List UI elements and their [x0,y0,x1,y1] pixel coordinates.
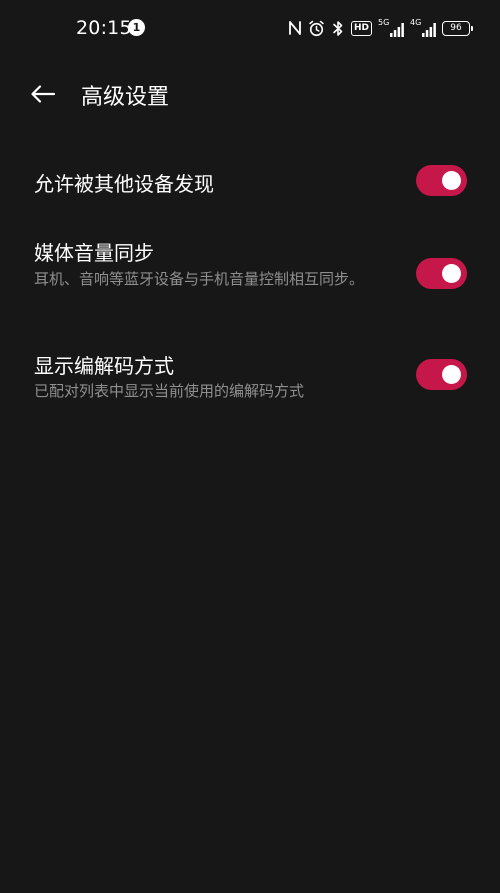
setting-row-media-volume-sync[interactable]: 媒体音量同步 耳机、音响等蓝牙设备与手机音量控制相互同步。 [0,222,500,326]
bluetooth-icon [331,20,345,37]
back-arrow-icon [31,85,56,103]
page-title: 高级设置 [81,85,170,110]
toggle-knob [442,264,461,283]
network-type-label: 4G [410,18,422,27]
setting-title: 媒体音量同步 [34,241,154,265]
alarm-icon [308,20,325,37]
signal-5g-icon: 5G [378,18,404,37]
back-button[interactable] [28,80,58,108]
show-codec-toggle[interactable] [416,359,467,390]
toggle-knob [442,171,461,190]
media-volume-sync-toggle[interactable] [416,258,467,289]
status-icons: HD 5G 4G 96 [288,18,473,38]
hd-voice-badge: HD [350,20,372,36]
battery-icon: 96 [442,20,473,36]
nfc-icon [288,20,302,36]
network-type-label: 5G [378,18,390,27]
discoverable-toggle[interactable] [416,165,467,196]
setting-description: 已配对列表中显示当前使用的编解码方式 [34,382,305,400]
signal-4g-icon: 4G [410,18,436,37]
app-bar: 高级设置 [0,70,500,118]
setting-description: 耳机、音响等蓝牙设备与手机音量控制相互同步。 [34,270,365,288]
setting-title: 显示编解码方式 [34,354,174,378]
status-time: 20:15 [76,17,132,39]
setting-row-discoverable[interactable]: 允许被其他设备发现 [0,150,500,212]
setting-title: 允许被其他设备发现 [34,172,214,196]
toggle-knob [442,365,461,384]
status-bar: 20:15 1 HD 5G 4G 96 [0,0,500,56]
setting-row-show-codec[interactable]: 显示编解码方式 已配对列表中显示当前使用的编解码方式 [0,336,500,416]
notification-count-badge: 1 [128,19,145,36]
